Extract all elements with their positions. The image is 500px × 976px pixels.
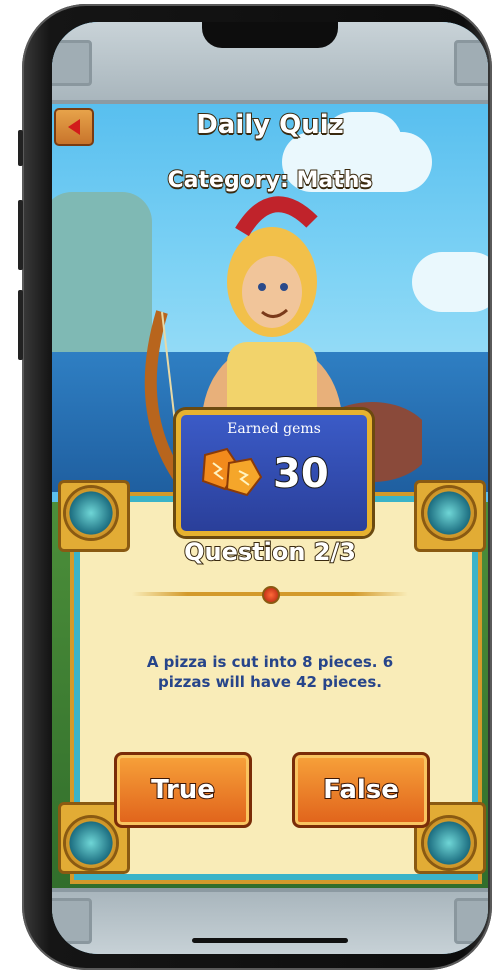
false-button[interactable]: False [292,752,430,828]
home-indicator[interactable] [192,938,348,943]
divider-gem-icon [262,586,280,604]
stone-block [454,40,488,86]
earned-gems-panel: Earned gems 30 [176,410,372,536]
page-title: Daily Quiz [195,109,345,141]
question-text: A pizza is cut into 8 pieces. 6 pizzas w… [146,653,394,691]
stone-block [454,898,488,944]
gem-icon [201,447,263,497]
earned-gems-label: Earned gems [227,421,321,437]
true-button-label: True [150,774,216,806]
category-label: Category: Maths [167,167,374,194]
phone-side-button [18,290,23,360]
true-button[interactable]: True [114,752,252,828]
earned-gems-value: 30 [272,450,330,498]
phone-notch [202,22,338,48]
cloud [412,252,488,312]
stone-block [52,40,92,86]
stone-frame-bottom [52,888,488,954]
corner-gem [66,818,116,868]
question-counter: Question 2/3 [183,537,357,567]
corner-gem [66,488,116,538]
game-screen: Daily Quiz Category: Maths Earned gems 3… [52,22,488,954]
phone-side-button [18,200,23,270]
false-button-label: False [322,774,400,806]
corner-gem [424,818,474,868]
corner-gem [424,488,474,538]
phone-side-button [18,130,23,166]
stone-block [52,898,92,944]
